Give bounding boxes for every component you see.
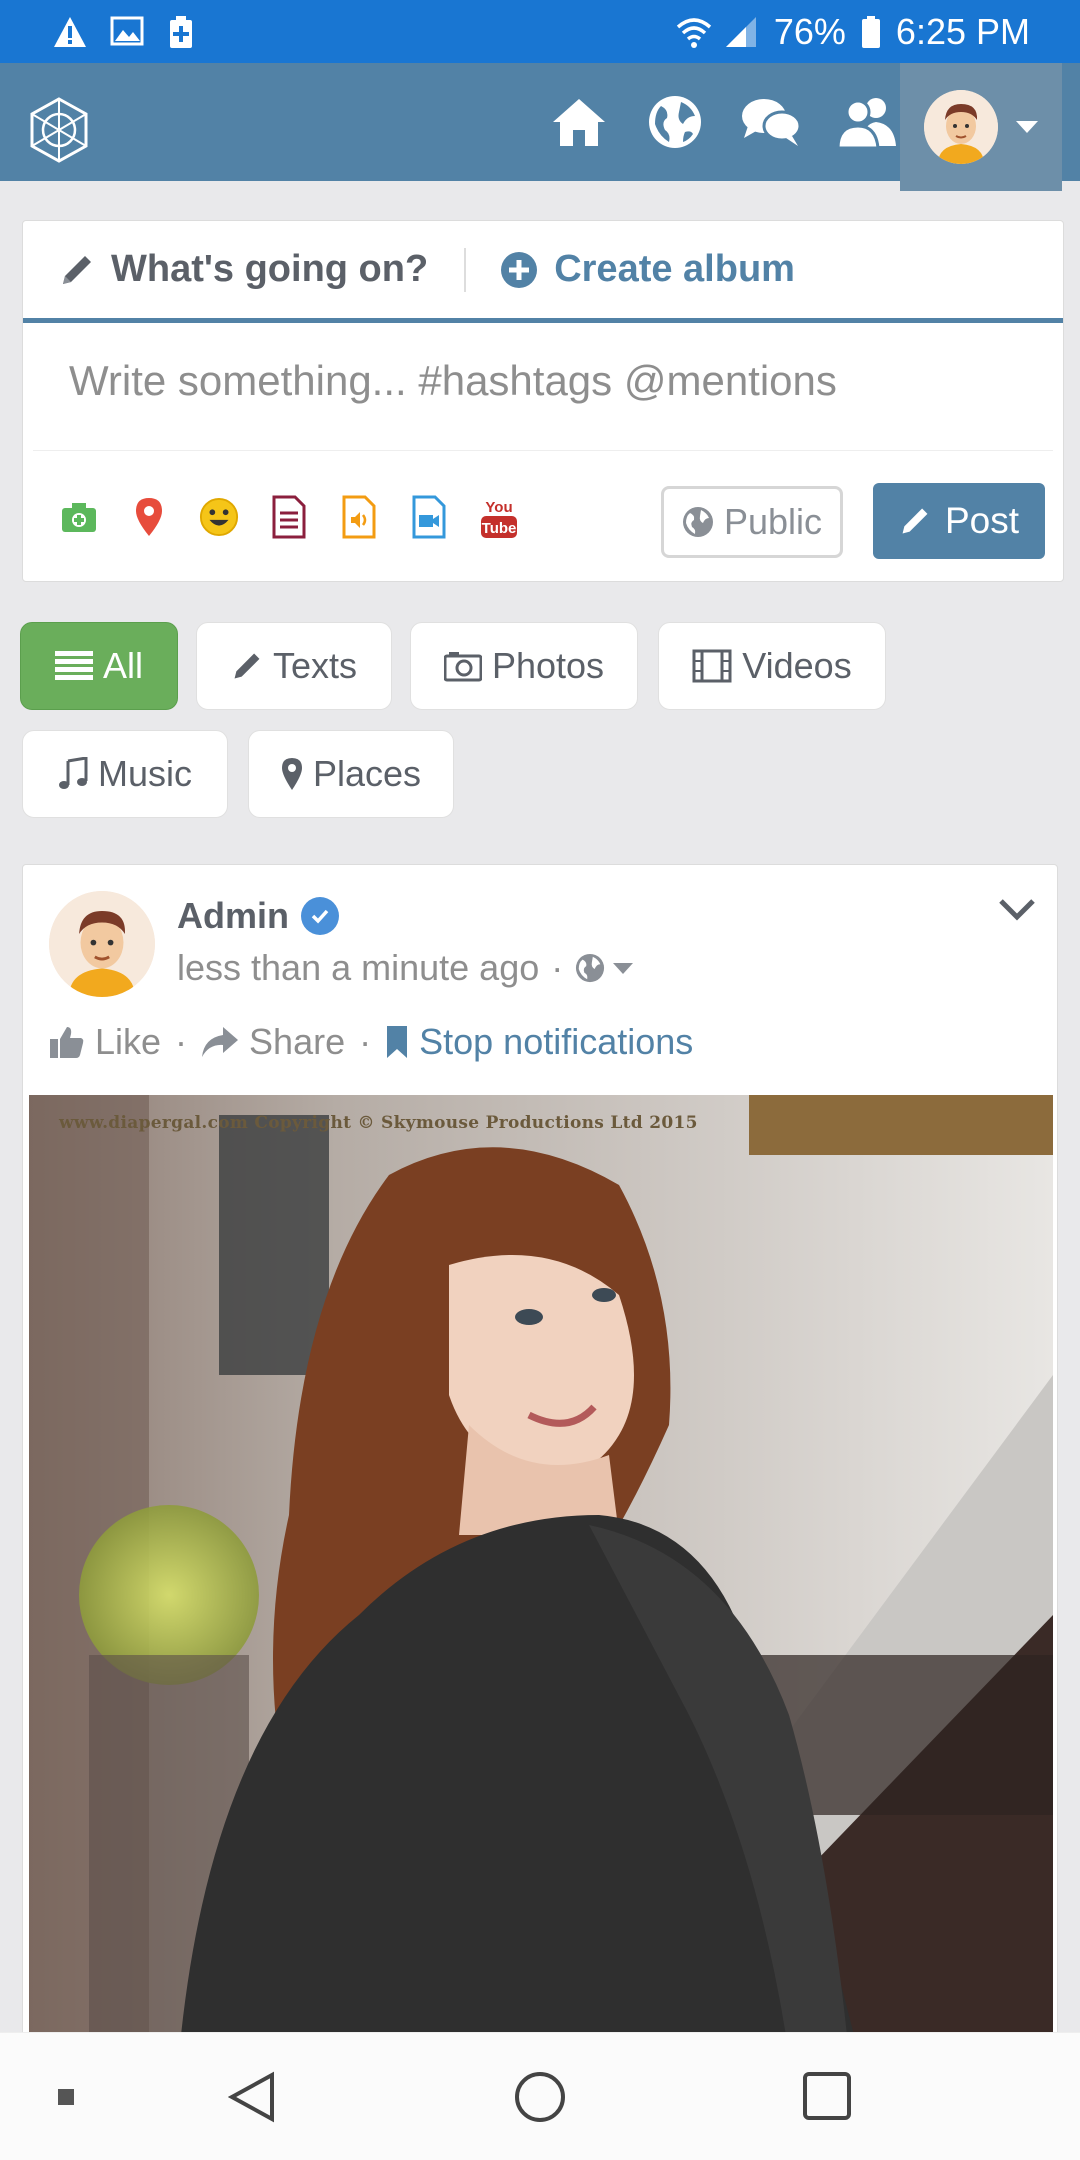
chevron-down-icon bbox=[613, 962, 634, 974]
separator: · bbox=[359, 1021, 372, 1062]
filter-music[interactable]: Music bbox=[22, 730, 228, 818]
filter-places-label: Places bbox=[312, 753, 422, 794]
stop-notifications-label: Stop notifications bbox=[419, 1021, 694, 1062]
chevron-down-icon bbox=[1016, 121, 1038, 133]
globe-icon bbox=[682, 507, 713, 537]
bookmark-icon bbox=[387, 1026, 408, 1058]
camera-icon[interactable] bbox=[59, 494, 99, 540]
privacy-button[interactable]: Public bbox=[661, 486, 843, 558]
filter-all-label: All bbox=[102, 645, 143, 686]
user-menu-button[interactable] bbox=[900, 63, 1062, 191]
film-icon bbox=[692, 649, 732, 683]
clock: 6:25 PM bbox=[895, 10, 1030, 52]
tab-album-label: Create album bbox=[554, 248, 795, 290]
pencil-icon bbox=[63, 255, 91, 284]
privacy-dropdown[interactable] bbox=[575, 953, 634, 983]
pencil-icon bbox=[902, 508, 928, 534]
avatar bbox=[924, 90, 998, 164]
like-button[interactable]: Like bbox=[49, 1021, 161, 1063]
recents-icon[interactable] bbox=[802, 2071, 852, 2126]
filter-photos[interactable]: Photos bbox=[410, 622, 638, 710]
thumbs-up-icon bbox=[50, 1027, 84, 1058]
tab-create-album[interactable]: Create album bbox=[500, 248, 795, 291]
divider bbox=[464, 247, 467, 292]
plus-circle-icon bbox=[501, 251, 538, 288]
battery-percent: 76% bbox=[773, 10, 846, 52]
app-logo-icon[interactable] bbox=[24, 95, 94, 165]
document-icon[interactable] bbox=[269, 494, 309, 540]
filter-texts[interactable]: Texts bbox=[196, 622, 392, 710]
image-icon bbox=[110, 15, 146, 49]
tab-whats-label: What's going on? bbox=[111, 248, 429, 290]
chat-icon[interactable] bbox=[740, 91, 802, 153]
avatar[interactable] bbox=[49, 891, 155, 997]
svg-text:Tube: Tube bbox=[482, 520, 517, 537]
filter-photos-label: Photos bbox=[491, 645, 605, 686]
post-card: Admin less than a minute ago · Like · Sh… bbox=[22, 864, 1058, 2160]
separator: · bbox=[551, 947, 564, 988]
author-name: Admin bbox=[177, 895, 289, 936]
users-icon[interactable] bbox=[836, 91, 898, 153]
post-input[interactable]: Write something... #hashtags @mentions bbox=[33, 323, 1053, 451]
signal-icon bbox=[724, 15, 760, 49]
location-icon[interactable] bbox=[129, 494, 169, 540]
tab-whats-going-on[interactable]: What's going on? bbox=[59, 248, 428, 291]
back-icon[interactable] bbox=[227, 2071, 276, 2128]
smiley-icon[interactable] bbox=[199, 494, 239, 540]
youtube-icon[interactable]: You Tube bbox=[479, 494, 519, 540]
globe-icon bbox=[576, 953, 605, 983]
home-circle-icon[interactable] bbox=[514, 2071, 566, 2128]
list-icon bbox=[54, 651, 93, 680]
filter-places[interactable]: Places bbox=[248, 730, 454, 818]
filter-videos[interactable]: Videos bbox=[658, 622, 886, 710]
svg-text:You: You bbox=[485, 499, 512, 516]
filter-texts-label: Texts bbox=[272, 645, 358, 686]
photo-watermark: www.diapergal.com Copyright © Skymouse P… bbox=[59, 1113, 698, 1133]
post-button[interactable]: Post bbox=[873, 483, 1045, 559]
post-time: less than a minute ago bbox=[177, 947, 540, 988]
pencil-icon bbox=[234, 653, 260, 679]
wifi-icon bbox=[674, 15, 712, 49]
location-icon bbox=[281, 758, 302, 790]
separator: · bbox=[175, 1021, 188, 1062]
system-nav-bar bbox=[0, 2032, 1080, 2160]
battery-saver-icon bbox=[168, 15, 204, 49]
home-icon[interactable] bbox=[548, 91, 610, 153]
globe-icon[interactable] bbox=[644, 91, 706, 153]
video-file-icon[interactable] bbox=[409, 494, 449, 540]
privacy-label: Public bbox=[723, 501, 823, 542]
filter-all[interactable]: All bbox=[20, 622, 178, 710]
alert-icon bbox=[52, 15, 88, 49]
camera-icon bbox=[443, 652, 482, 682]
composer-card: What's going on? Create album Write some… bbox=[22, 220, 1064, 582]
verified-icon bbox=[301, 897, 339, 935]
status-bar: 76% 6:25 PM bbox=[0, 0, 1080, 63]
post-photo[interactable]: www.diapergal.com Copyright © Skymouse P… bbox=[29, 1095, 1053, 2055]
post-label: Post bbox=[944, 500, 1020, 541]
filter-music-label: Music bbox=[97, 753, 192, 794]
share-icon bbox=[202, 1027, 239, 1057]
post-author[interactable]: Admin bbox=[177, 895, 339, 937]
post-actions: Like · Share · Stop notifications bbox=[49, 1021, 693, 1063]
like-label: Like bbox=[95, 1021, 162, 1062]
post-meta: less than a minute ago · bbox=[177, 947, 634, 989]
music-icon bbox=[58, 757, 88, 789]
stop-notifications-link[interactable]: Stop notifications bbox=[385, 1021, 693, 1063]
battery-icon bbox=[860, 15, 882, 49]
keyboard-dot-icon[interactable] bbox=[58, 2089, 74, 2110]
post-options-chevron-icon[interactable] bbox=[997, 895, 1037, 925]
share-label: Share bbox=[249, 1021, 346, 1062]
share-button[interactable]: Share bbox=[201, 1021, 345, 1063]
audio-file-icon[interactable] bbox=[339, 494, 379, 540]
filter-videos-label: Videos bbox=[742, 645, 852, 686]
